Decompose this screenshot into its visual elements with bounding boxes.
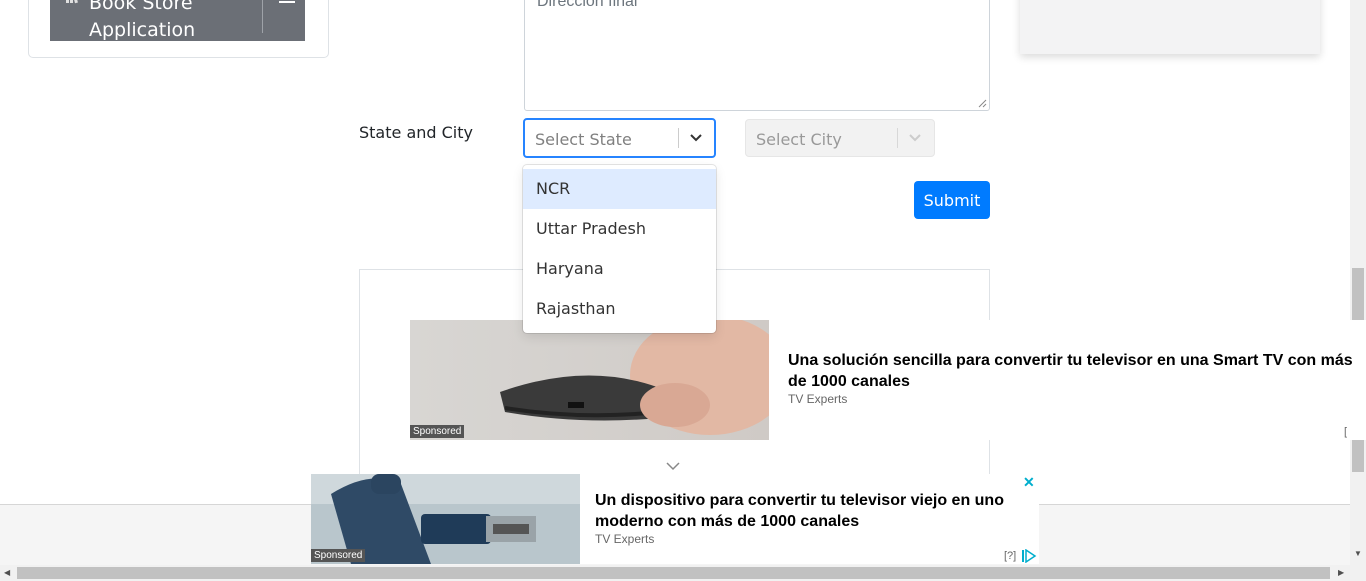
city-select-divider	[897, 128, 898, 148]
state-option-uttar-pradesh[interactable]: Uttar Pradesh	[523, 209, 716, 249]
app-name: Book Store Application	[89, 0, 196, 41]
page: Book Store Application Dirección final S…	[0, 0, 1366, 581]
ad-help-link[interactable]: [?]	[1004, 550, 1016, 562]
sponsored-tag: Sponsored	[311, 549, 366, 562]
chevron-down-icon	[909, 134, 921, 142]
city-select[interactable]: Select City	[745, 119, 935, 157]
right-widget	[1020, 0, 1320, 54]
state-dropdown-menu: NCR Uttar Pradesh Haryana Rajasthan	[523, 165, 716, 333]
ad-1-source[interactable]: TV Experts	[788, 392, 847, 406]
state-option-ncr[interactable]: NCR	[523, 169, 716, 209]
state-option-haryana[interactable]: Haryana	[523, 249, 716, 289]
state-select-placeholder: Select State	[535, 130, 632, 149]
state-option-rajasthan[interactable]: Rajasthan	[523, 289, 716, 329]
banner-separator	[262, 0, 263, 33]
scroll-down-arrow-icon[interactable]: ▼	[1354, 549, 1362, 558]
city-select-placeholder: Select City	[756, 130, 842, 149]
state-city-label: State and City	[359, 123, 473, 142]
ad-1-info[interactable]: [	[1344, 426, 1347, 438]
sponsored-ad-1[interactable]: Sponsored Una solución sencilla para con…	[410, 320, 1366, 440]
state-select[interactable]: Select State	[523, 118, 716, 158]
ad-2-source[interactable]: TV Experts	[595, 532, 654, 546]
scroll-right-arrow-icon[interactable]: ▶	[1338, 568, 1344, 577]
chevron-down-icon[interactable]	[688, 131, 704, 145]
book-icon	[66, 0, 78, 4]
ad-1-headline[interactable]: Una solución sencilla para convertir tu …	[788, 350, 1366, 392]
submit-button[interactable]: Submit	[914, 181, 990, 219]
scroll-left-arrow-icon[interactable]: ◀	[4, 568, 10, 577]
ad-1-image[interactable]	[410, 320, 769, 440]
sponsored-ad-2[interactable]: Sponsored Un dispositivo para convertir …	[311, 474, 1039, 564]
address-textarea[interactable]: Dirección final	[524, 0, 990, 111]
ad-2-headline[interactable]: Un dispositivo para convertir tu televis…	[595, 490, 1015, 532]
chevron-down-icon[interactable]	[665, 460, 681, 472]
book-store-app-link[interactable]: Book Store Application	[50, 0, 305, 41]
adchoices-icon[interactable]	[1021, 549, 1037, 563]
address-placeholder: Dirección final	[537, 0, 638, 10]
sponsored-tag: Sponsored	[410, 425, 465, 438]
ad-1-photo	[410, 320, 769, 440]
horizontal-scroll-thumb[interactable]	[17, 567, 1330, 579]
resize-handle-icon[interactable]	[977, 98, 987, 108]
horizontal-scrollbar[interactable]: ◀ ▶	[0, 565, 1366, 581]
vertical-scrollbar[interactable]: ▼	[1350, 0, 1366, 565]
state-select-divider	[678, 128, 679, 148]
close-icon[interactable]: ✕	[1023, 474, 1035, 491]
download-icon[interactable]	[276, 0, 298, 8]
